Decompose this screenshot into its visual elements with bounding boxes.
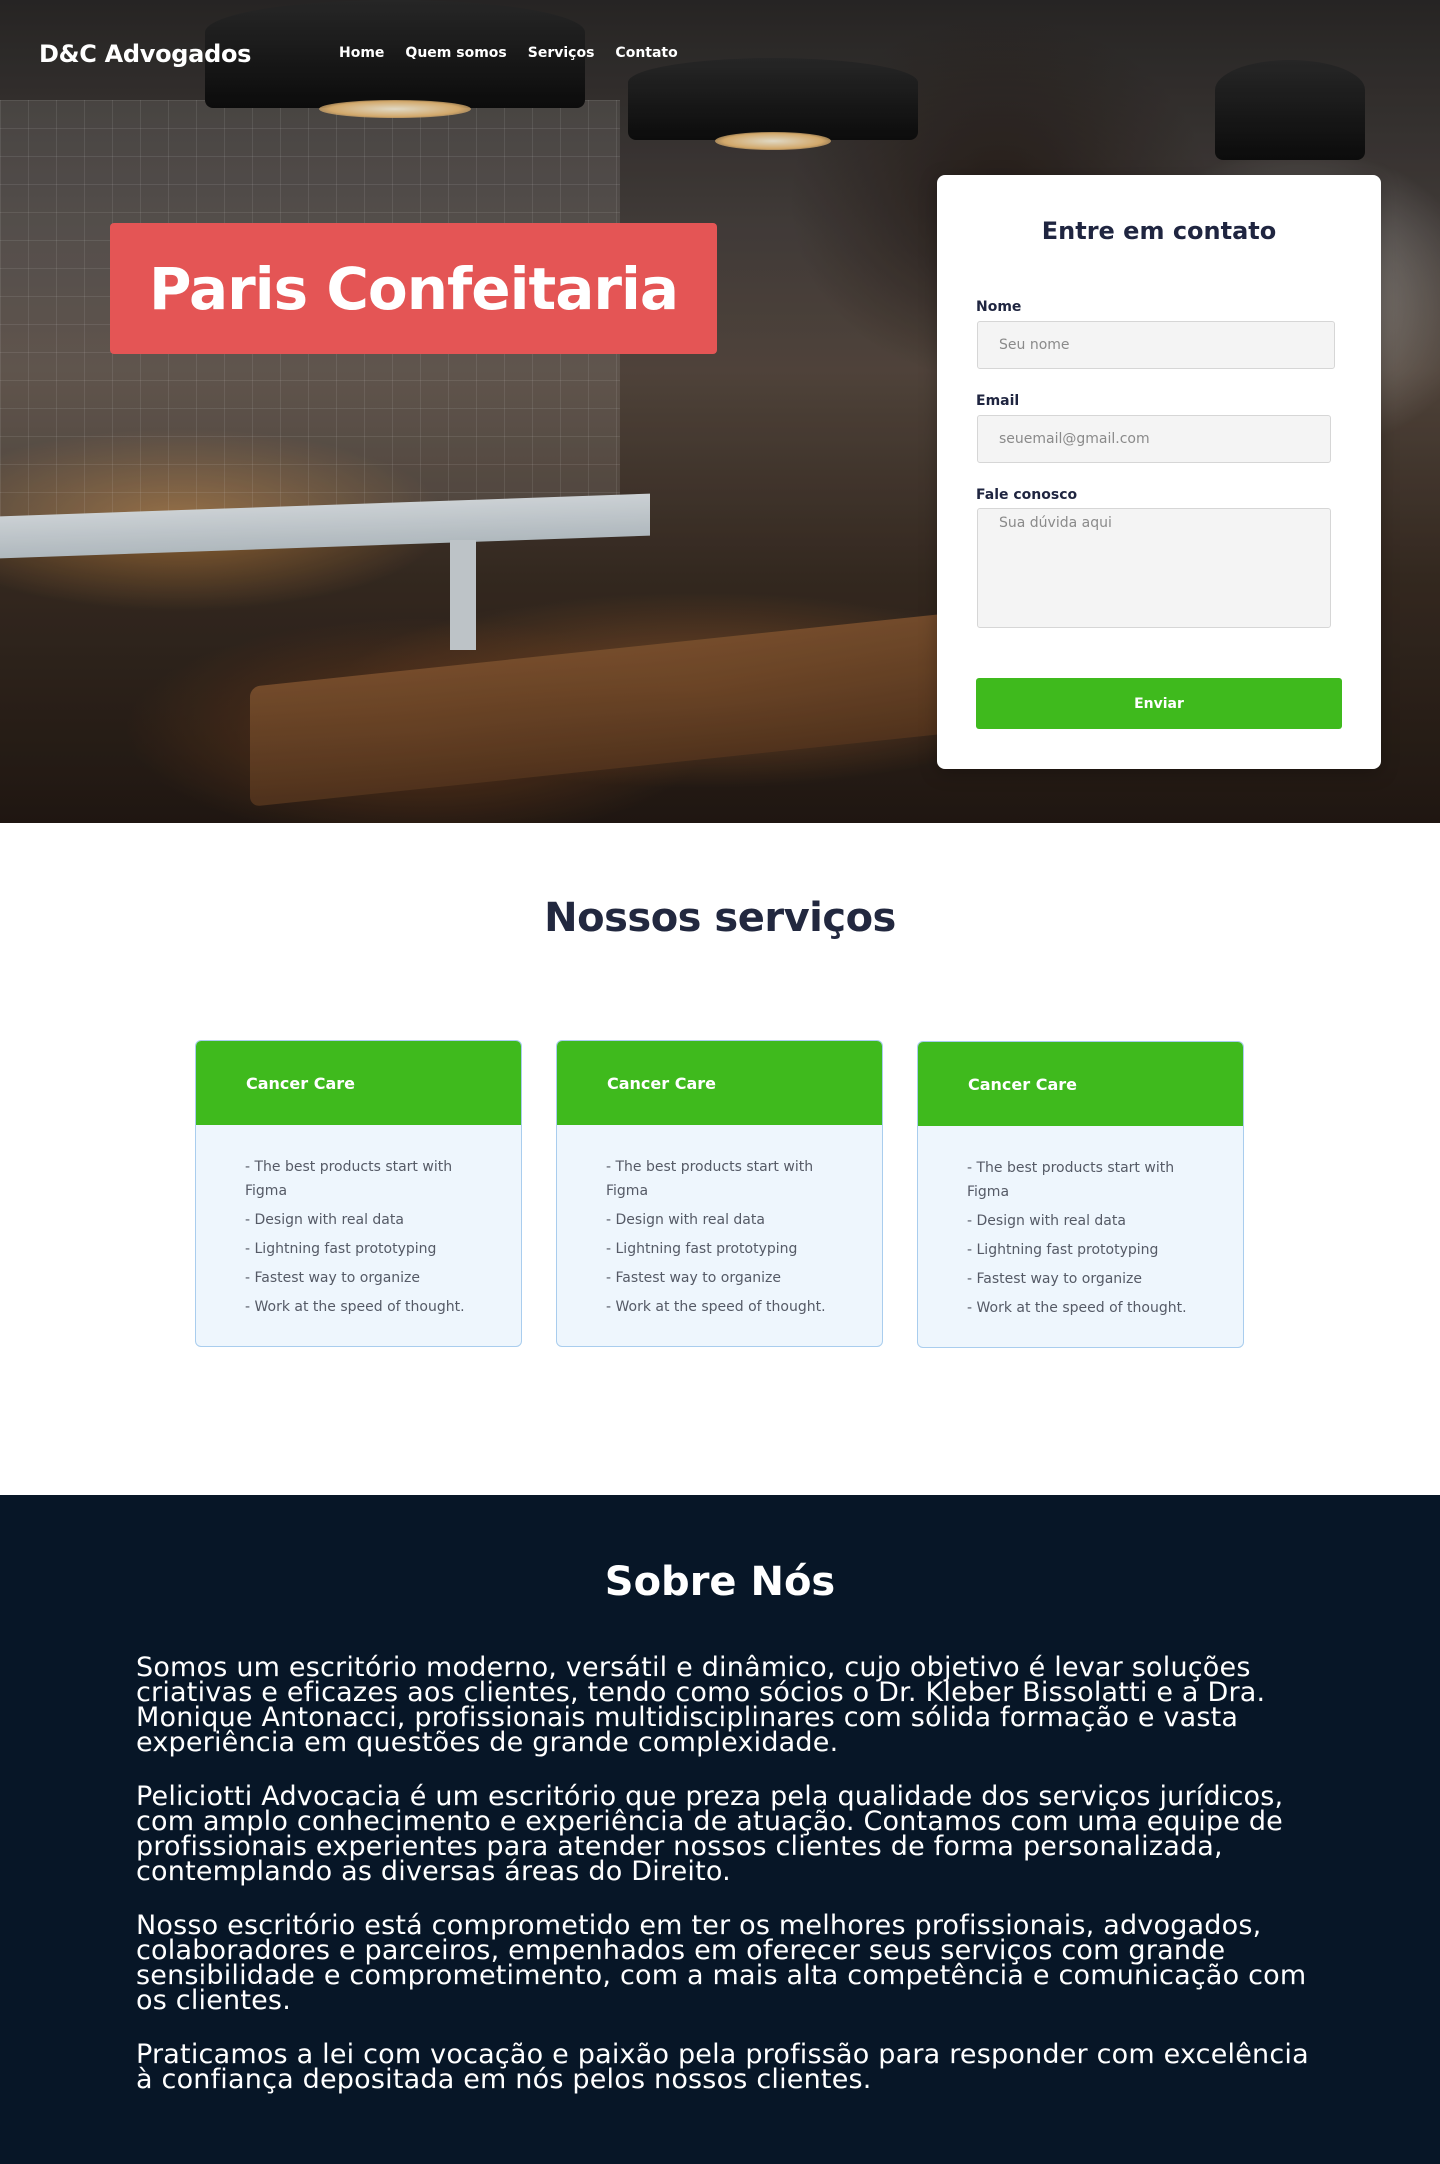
service-feature-item: - Design with real data xyxy=(245,1212,404,1228)
about-paragraph: Somos um escritório moderno, versátil e … xyxy=(136,1652,1266,1758)
service-feature-list: - The best products start with Figma - D… xyxy=(557,1125,882,1319)
hero-title: Paris Confeitaria xyxy=(149,254,679,323)
service-card-header: Cancer Care xyxy=(196,1041,521,1125)
name-input[interactable] xyxy=(977,321,1335,369)
contact-form: Entre em contato Nome Email Fale conosco… xyxy=(937,175,1381,769)
service-feature-item: - Work at the speed of thought. xyxy=(606,1299,826,1315)
service-feature-list: - The best products start with Figma - D… xyxy=(918,1126,1243,1320)
service-card-title: Cancer Care xyxy=(968,1074,1078,1094)
about-title: Sobre Nós xyxy=(604,1559,836,1605)
contact-form-title: Entre em contato xyxy=(1041,217,1277,245)
submit-button[interactable]: Enviar xyxy=(976,678,1342,729)
main-nav: Home Quem somos Serviços Contato xyxy=(339,45,678,61)
service-feature-item: - Fastest way to organize xyxy=(967,1271,1143,1287)
service-feature-item: - The best products start with Figma xyxy=(967,1160,1175,1200)
service-card-title: Cancer Care xyxy=(607,1073,717,1093)
service-feature-item: - The best products start with Figma xyxy=(245,1159,453,1199)
service-feature-item: - Lightning fast prototyping xyxy=(606,1241,798,1257)
service-card-title: Cancer Care xyxy=(246,1073,356,1093)
nav-link-quem-somos[interactable]: Quem somos xyxy=(405,45,506,61)
about-paragraph: Praticamos a lei com vocação e paixão pe… xyxy=(136,2039,1309,2095)
service-card: Cancer Care - The best products start wi… xyxy=(917,1041,1244,1348)
service-feature-item: - Design with real data xyxy=(606,1212,765,1228)
about-section: Sobre Nós Somos um escritório moderno, v… xyxy=(0,1495,1440,2164)
service-feature-item: - Lightning fast prototyping xyxy=(245,1241,437,1257)
brand-logo[interactable]: D&C Advogados xyxy=(39,40,251,68)
service-feature-item: - Design with real data xyxy=(967,1213,1126,1229)
service-card-header: Cancer Care xyxy=(557,1041,882,1125)
service-feature-item: - The best products start with Figma xyxy=(606,1159,814,1199)
email-label: Email xyxy=(976,393,1020,409)
service-card-header: Cancer Care xyxy=(918,1042,1243,1126)
service-card: Cancer Care - The best products start wi… xyxy=(195,1040,522,1347)
service-feature-item: - Fastest way to organize xyxy=(606,1270,782,1286)
message-label: Fale conosco xyxy=(976,487,1078,503)
email-input[interactable] xyxy=(977,415,1331,463)
services-title: Nossos serviços xyxy=(544,895,896,941)
name-label: Nome xyxy=(976,299,1022,315)
nav-link-home[interactable]: Home xyxy=(339,45,384,61)
service-feature-item: - Lightning fast prototyping xyxy=(967,1242,1159,1258)
service-card: Cancer Care - The best products start wi… xyxy=(556,1040,883,1347)
service-feature-item: - Work at the speed of thought. xyxy=(245,1299,465,1315)
nav-link-servicos[interactable]: Serviços xyxy=(528,45,595,61)
nav-link-contato[interactable]: Contato xyxy=(615,45,677,61)
about-body: Somos um escritório moderno, versátil e … xyxy=(136,1652,1316,2121)
hero-title-banner: Paris Confeitaria xyxy=(110,223,717,354)
service-feature-item: - Fastest way to organize xyxy=(245,1270,421,1286)
service-feature-list: - The best products start with Figma - D… xyxy=(196,1125,521,1319)
about-paragraph: Peliciotti Advocacia é um escritório que… xyxy=(136,1781,1284,1887)
about-paragraph: Nosso escritório está comprometido em te… xyxy=(136,1910,1307,2016)
message-textarea[interactable] xyxy=(977,508,1331,628)
service-feature-item: - Work at the speed of thought. xyxy=(967,1300,1187,1316)
